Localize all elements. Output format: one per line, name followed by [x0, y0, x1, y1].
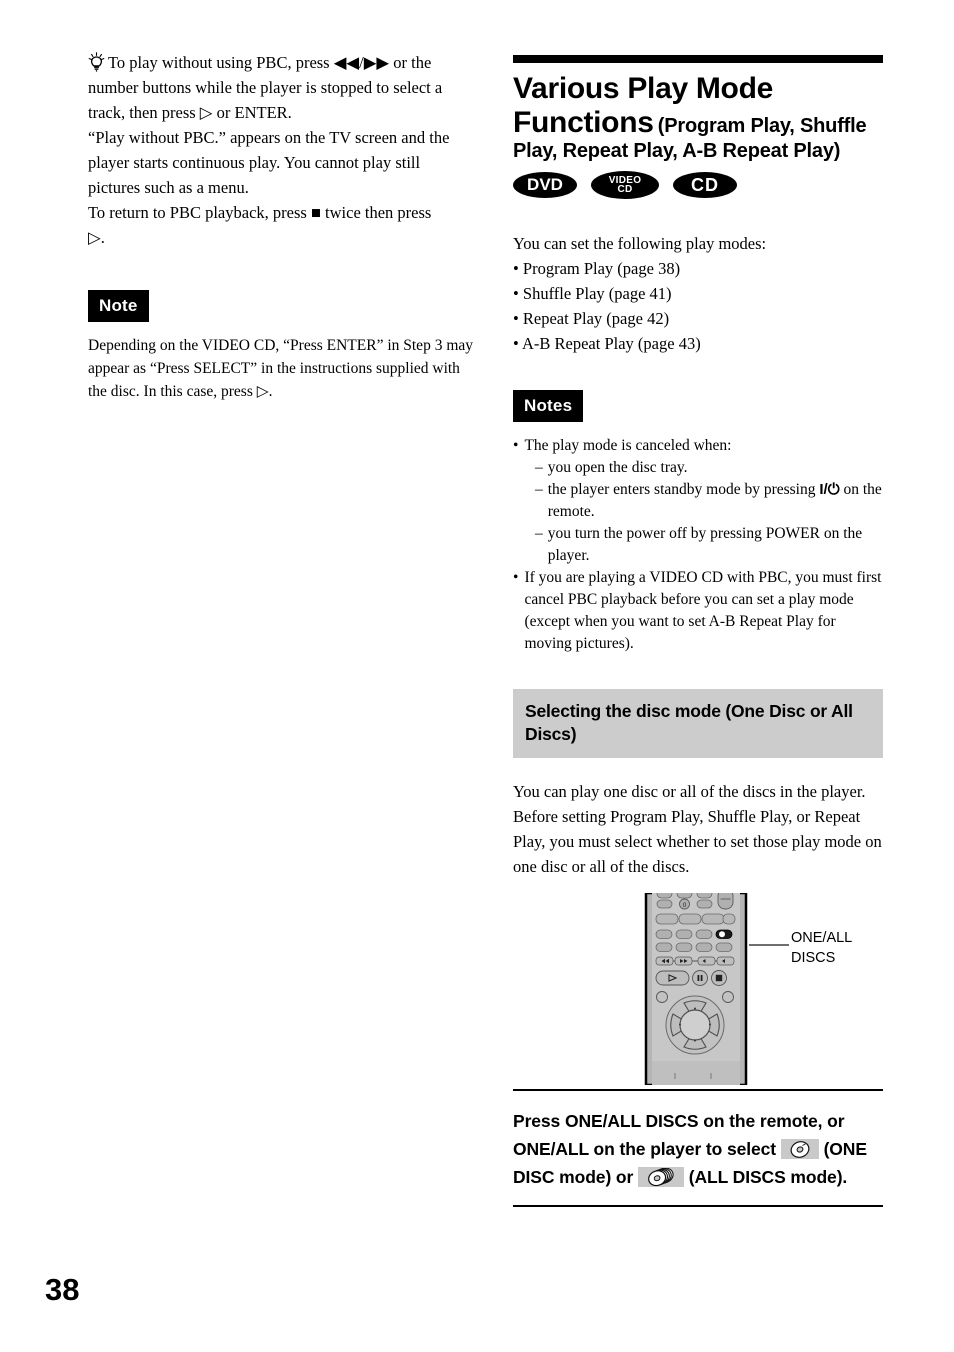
svg-text:0: 0 — [683, 902, 687, 909]
dash-glyph: – — [535, 525, 543, 543]
notes-bullet-1: • The play mode is canceled when: — [513, 435, 883, 457]
tip-text-6: twice then press — [325, 203, 432, 222]
dash-glyph: – — [535, 481, 543, 499]
dash-glyph: – — [535, 459, 543, 477]
disc-type-badges: DVD VIDEO CD CD — [513, 171, 883, 200]
remote-control-illustration: 0 • • • • — [644, 893, 748, 1086]
notes-subitem-1: – you open the disc tray. — [513, 457, 883, 479]
note-body: Depending on the VIDEO CD, “Press ENTER”… — [88, 334, 473, 403]
document-page: To play without using PBC, press ◀◀/▶▶ o… — [0, 0, 954, 1352]
play-icon-2: ▷ — [88, 228, 101, 247]
right-column: Various Play Mode Functions (Program Pla… — [513, 55, 883, 1208]
play-modes-list: • Program Play (page 38) • Shuffle Play … — [513, 256, 883, 356]
callout-label-line1: ONE/ALL — [791, 930, 853, 947]
play-icon: ▷ — [199, 103, 213, 122]
instruction-part-3: (ALL DISCS mode). — [688, 1167, 848, 1188]
tip-text-5: To return to PBC playback, press — [88, 203, 307, 222]
dvd-badge: DVD — [513, 172, 577, 199]
cd-badge: CD — [673, 172, 737, 199]
notes-subitem-1-text: you open the disc tray. — [547, 459, 688, 477]
notes-bullet-1-text: The play mode is canceled when: — [524, 437, 732, 455]
notes-bullet-2-text: If you are playing a VIDEO CD with PBC, … — [524, 569, 882, 653]
play-icon-3: ▷ — [256, 383, 269, 400]
tip-paragraph-3: To return to PBC playback, press ■ twice… — [88, 200, 473, 225]
notes-bullet-2: • If you are playing a VIDEO CD with PBC… — [513, 567, 883, 655]
section-header: Selecting the disc mode (One Disc or All… — [513, 689, 883, 759]
list-item: • Repeat Play (page 42) — [513, 309, 670, 329]
notes-label: Notes — [513, 390, 584, 423]
callout-leader-line — [749, 944, 789, 947]
video-cd-badge-line2: CD — [617, 184, 633, 196]
single-disc-icon — [780, 1139, 819, 1160]
lightbulb-tip-icon — [88, 52, 105, 72]
callout-label: ONE/ALL DISCS — [791, 928, 852, 968]
note-label: Note — [88, 290, 149, 322]
tip-paragraph-2: “Play without PBC.” appears on the TV sc… — [88, 128, 450, 197]
tip-text-7: . — [100, 228, 105, 247]
play-modes-intro: You can set the following play modes: — [513, 234, 767, 254]
standby-power-icon: I/⏻ — [819, 481, 840, 499]
page-number: 38 — [45, 1272, 80, 1307]
stop-icon: ■ — [310, 203, 321, 222]
notes-subitem-2-text: the player enters standby mode by pressi… — [548, 479, 883, 523]
list-item: • A-B Repeat Play (page 43) — [513, 334, 701, 354]
note-block: Note Depending on the VIDEO CD, “Press E… — [88, 290, 473, 403]
tip-paragraph-4: ▷. — [88, 225, 473, 250]
next-track-icon: ▶▶ — [363, 53, 390, 72]
tip-paragraph-block: To play without using PBC, press ◀◀/▶▶ o… — [88, 50, 473, 250]
stacked-discs-icon — [638, 1167, 685, 1188]
bullet-glyph: • — [513, 437, 519, 455]
left-column: To play without using PBC, press ◀◀/▶▶ o… — [88, 50, 473, 403]
list-item: • Program Play (page 38) — [513, 259, 681, 279]
note-text-period: . — [268, 383, 273, 400]
callout-label-line2: DISCS — [791, 950, 836, 967]
pause-button — [692, 970, 708, 987]
video-cd-badge: VIDEO CD — [591, 171, 659, 200]
tip-text-3: or ENTER. — [216, 103, 292, 122]
notes-block: Notes • The play mode is canceled when: … — [513, 390, 883, 655]
play-button — [655, 970, 690, 986]
instruction-top-rule — [513, 1089, 883, 1092]
list-item: • Shuffle Play (page 41) — [513, 284, 672, 304]
notes-subitem-2-text-a: the player enters standby mode by pressi… — [547, 481, 816, 499]
notes-subitem-3-text: you turn the power off by pressing POWER… — [547, 525, 863, 565]
tip-text-1: To play without using PBC, press — [108, 53, 330, 72]
prev-track-icon: ◀◀ — [333, 53, 360, 72]
notes-subitem-2: – the player enters standby mode by pres… — [513, 479, 883, 523]
notes-body: • The play mode is canceled when: – you … — [513, 435, 883, 655]
section-body: You can play one disc or all of the disc… — [513, 782, 882, 877]
remote-figure: 0 • • • • ONE/ALL DISCS — [513, 893, 883, 1089]
tip-paragraph: To play without using PBC, press ◀◀/▶▶ o… — [88, 50, 473, 125]
page-title: Various Play Mode Functions (Program Pla… — [513, 72, 883, 162]
title-top-rule — [513, 55, 883, 63]
bullet-glyph: • — [513, 569, 519, 587]
notes-subitem-3: – you turn the power off by pressing POW… — [513, 523, 883, 567]
instruction-bottom-rule — [513, 1205, 883, 1208]
instruction-text: Press ONE/ALL DISCS on the remote, or ON… — [513, 1107, 883, 1191]
note-text: Depending on the VIDEO CD, “Press ENTER”… — [88, 337, 474, 400]
